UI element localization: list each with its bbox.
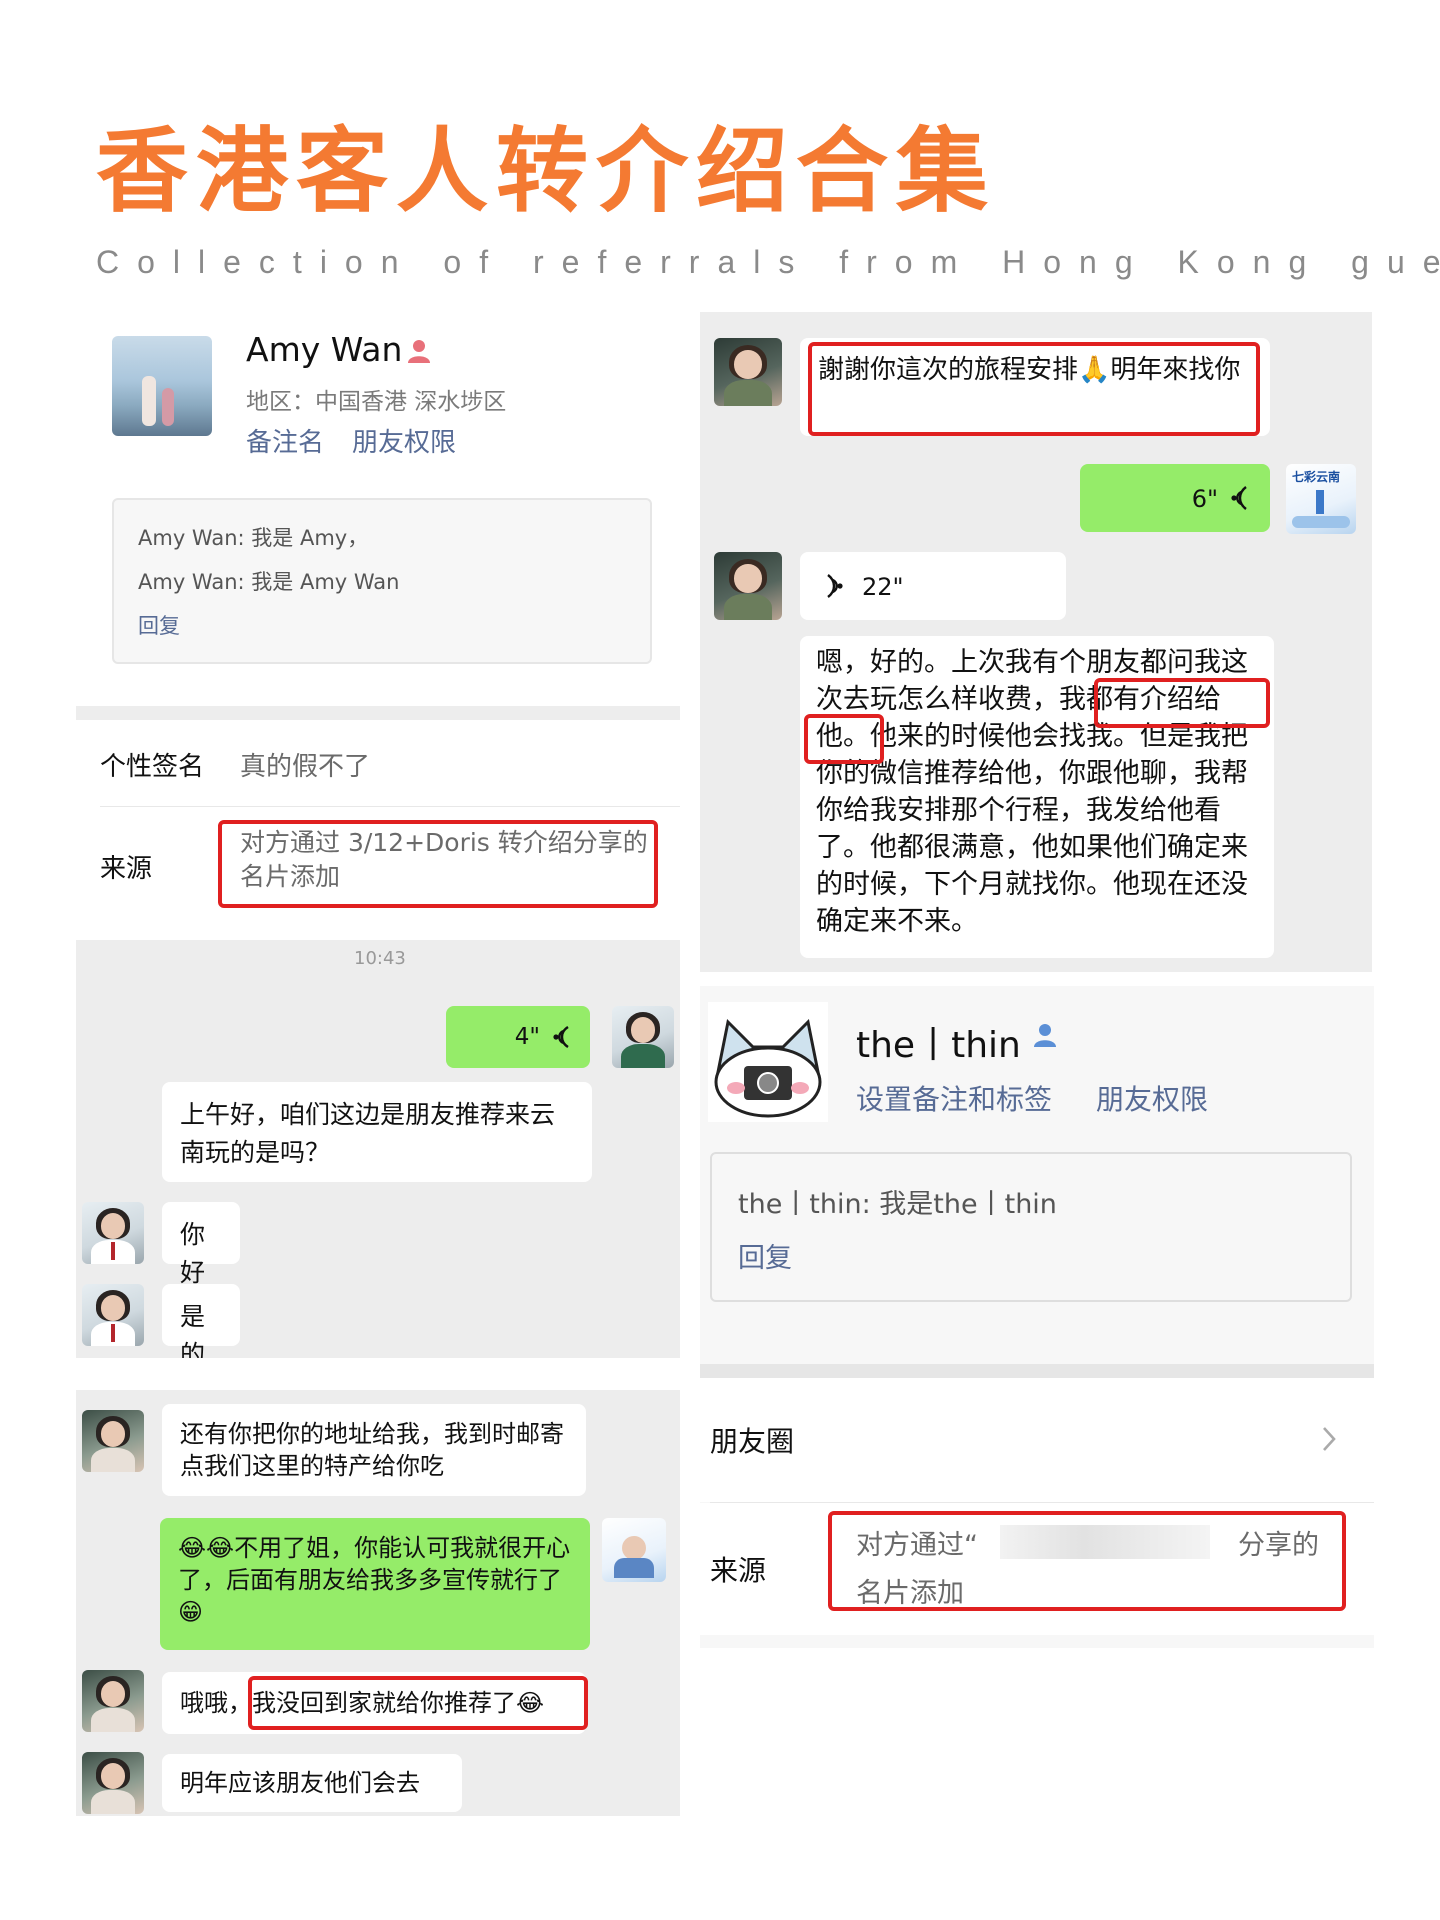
voice-message-out[interactable]: 4" — [446, 1006, 590, 1068]
message-text-prefix: 哦哦， — [180, 1689, 252, 1717]
source-row: 来源 对方通过“ 分享的 名片添加 — [700, 1503, 1374, 1635]
contact-name: the丨thin — [856, 1025, 1021, 1066]
highlight-box — [828, 1511, 1346, 1611]
message-text: 明年应该朋友他们会去 — [180, 1769, 420, 1797]
reply-link[interactable]: 回复 — [738, 1236, 792, 1275]
avatar-contact[interactable] — [82, 1284, 144, 1346]
message-text: 上午好，咱们这边是朋友推荐来云南玩的是吗？ — [180, 1100, 556, 1167]
message-text: 你好 — [180, 1220, 206, 1287]
avatar-contact[interactable] — [714, 552, 782, 620]
message-bubble-out[interactable]: 😂😂不用了姐，你能认可我就很开心了，后面有朋友给我多多宣传就行了😁 — [160, 1518, 590, 1650]
profile-panel-thin: the丨thin 设置备注和标签 朋友权限 the丨thin: 我是the丨th… — [700, 986, 1374, 1648]
highlight-box — [218, 820, 658, 908]
avatar-contact[interactable] — [82, 1752, 144, 1814]
reply-link[interactable]: 回复 — [138, 610, 180, 640]
person-blue-icon — [1034, 1024, 1056, 1047]
voice-duration: 4" — [514, 1024, 540, 1050]
section-divider — [700, 1364, 1374, 1378]
avatar-contact[interactable] — [82, 1410, 144, 1472]
page-title: 香港客人转介绍合集 — [96, 118, 997, 225]
page-subtitle: Collection of referrals from Hong Kong g… — [96, 244, 1440, 280]
message-text: 还有你把你的地址给我，我到时邮寄点我们这里的特产给你吃 — [180, 1420, 564, 1480]
signature-value: 真的假不了 — [240, 752, 371, 782]
avatar-contact[interactable] — [82, 1670, 144, 1732]
voice-message-out[interactable]: 6" — [1080, 464, 1270, 532]
message-bubble[interactable]: 还有你把你的地址给我，我到时邮寄点我们这里的特产给你吃 — [162, 1404, 586, 1496]
moments-row[interactable]: 朋友圈 — [700, 1378, 1374, 1502]
page: 香港客人转介绍合集 Collection of referrals from H… — [0, 0, 1440, 1920]
profile-panel-amy: Amy Wan 地区：中国香港 深水埗区 备注名 朋友权限 Amy Wan: 我… — [76, 318, 680, 938]
chat-panel-2: 还有你把你的地址给我，我到时邮寄点我们这里的特产给你吃 😂😂不用了姐，你能认可我… — [76, 1390, 680, 1816]
chevron-right-icon — [1323, 1427, 1336, 1451]
moments-label: 朋友圈 — [710, 1425, 795, 1458]
greeting-card: Amy Wan: 我是 Amy， Amy Wan: 我是 Amy Wan 回复 — [112, 498, 652, 664]
section-divider — [76, 706, 680, 720]
message-bubble[interactable]: 你好 — [162, 1202, 240, 1287]
greeting-line-1: Amy Wan: 我是 Amy， — [138, 526, 369, 550]
chat-panel-1: 10:43 4" 上午好，咱们这边是朋友推荐来云南玩的是吗？ 你好 是的 — [76, 940, 680, 1358]
remark-link[interactable]: 备注名 — [246, 422, 324, 459]
highlight-box — [1094, 678, 1270, 728]
person-red-icon — [408, 340, 430, 363]
greeting-line-2: Amy Wan: 我是 Amy Wan — [138, 570, 400, 594]
avatar-thin[interactable] — [708, 1002, 828, 1122]
message-bubble[interactable]: 上午好，咱们这边是朋友推荐来云南玩的是吗？ — [162, 1082, 592, 1182]
voice-duration: 6" — [1191, 485, 1218, 513]
voice-message-in[interactable]: 22" — [800, 552, 1066, 620]
voice-icon — [553, 1025, 569, 1049]
avatar-self[interactable]: 七彩云南 — [1286, 464, 1356, 534]
row-divider — [100, 806, 680, 807]
message-text: 😂😂不用了姐，你能认可我就很开心了，后面有朋友给我多多宣传就行了😁 — [178, 1534, 571, 1626]
card-label: 七彩云南 — [1292, 470, 1341, 484]
source-label: 来源 — [710, 1554, 767, 1587]
permission-link[interactable]: 朋友权限 — [1096, 1078, 1208, 1118]
chat-panel-3: 謝謝你這次的旅程安排🙏明年來找你 6" 七彩云南 22" 嗯，好的。上次我有个朋… — [700, 312, 1372, 972]
highlight-box — [248, 1676, 588, 1730]
avatar-self[interactable] — [612, 1006, 674, 1068]
highlight-box — [808, 342, 1260, 436]
permission-link[interactable]: 朋友权限 — [352, 422, 456, 459]
avatar-amy[interactable] — [112, 336, 212, 436]
greeting-line: the丨thin: 我是the丨thin — [738, 1189, 1057, 1220]
message-bubble[interactable]: 明年应该朋友他们会去 — [162, 1754, 462, 1812]
greeting-card: the丨thin: 我是the丨thin 回复 — [710, 1152, 1352, 1302]
signature-label: 个性签名 — [100, 752, 205, 782]
message-bubble[interactable]: 是的 — [162, 1284, 240, 1358]
remark-tags-link[interactable]: 设置备注和标签 — [856, 1078, 1052, 1118]
contact-region: 地区：中国香港 深水埗区 — [246, 389, 507, 415]
avatar-contact[interactable] — [714, 338, 782, 406]
voice-duration: 22" — [862, 573, 904, 601]
contact-name: Amy Wan — [246, 330, 403, 369]
message-text: 是的 — [180, 1302, 206, 1358]
source-label: 来源 — [100, 854, 153, 884]
chat-timestamp: 10:43 — [354, 948, 406, 969]
avatar-self[interactable] — [602, 1518, 666, 1582]
highlight-box — [804, 714, 884, 764]
avatar-contact[interactable] — [82, 1202, 144, 1264]
voice-icon — [827, 574, 843, 598]
voice-icon — [1231, 486, 1247, 510]
cat-avatar-icon — [714, 1018, 822, 1118]
